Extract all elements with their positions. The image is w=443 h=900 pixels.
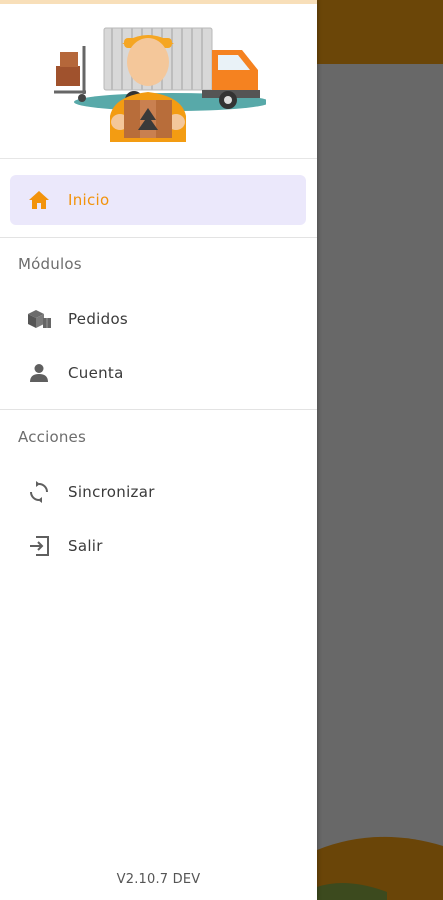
nav-item-label: Salir xyxy=(68,537,103,555)
section-title-acciones: Acciones xyxy=(18,428,86,446)
divider xyxy=(0,237,317,238)
nav-item-cuenta[interactable]: Cuenta xyxy=(10,348,306,398)
boxes-icon xyxy=(10,294,68,344)
background-hill-decoration xyxy=(317,836,443,900)
nav-item-pedidos[interactable]: Pedidos xyxy=(10,294,306,344)
nav-item-label: Sincronizar xyxy=(68,483,155,501)
divider xyxy=(0,409,317,410)
sync-icon xyxy=(10,467,68,517)
nav-item-label: Cuenta xyxy=(68,364,124,382)
section-title-modulos: Módulos xyxy=(18,255,82,273)
navigation-drawer: Inicio Módulos Pedidos Cuenta Acciones S… xyxy=(0,0,317,900)
nav-item-label: Inicio xyxy=(68,191,110,209)
nav-item-salir[interactable]: Salir xyxy=(10,521,306,571)
nav-item-sincronizar[interactable]: Sincronizar xyxy=(10,467,306,517)
delivery-illustration xyxy=(54,27,266,142)
home-icon xyxy=(10,175,68,225)
nav-item-label: Pedidos xyxy=(68,310,129,328)
nav-item-inicio[interactable]: Inicio xyxy=(10,175,306,225)
app-version: V2.10.7 DEV xyxy=(116,872,201,887)
person-icon xyxy=(10,348,68,398)
drawer-header xyxy=(0,0,317,159)
logout-icon xyxy=(10,521,68,571)
